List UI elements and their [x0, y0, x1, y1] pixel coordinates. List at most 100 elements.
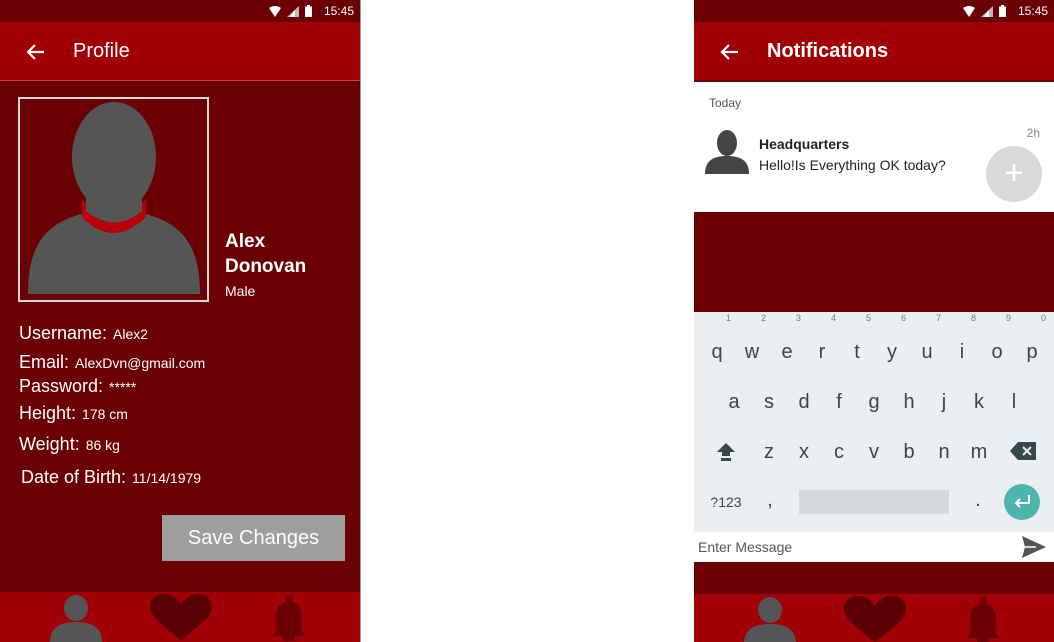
- key-p[interactable]: p0: [1014, 313, 1050, 374]
- email-field[interactable]: Email: AlexDvn@gmail.com: [19, 352, 205, 373]
- key-l[interactable]: l: [996, 376, 1032, 424]
- profile-photo[interactable]: [18, 97, 209, 302]
- keyboard-row-1: q1w2e3r4t5y6u7i8o9p0: [694, 313, 1054, 374]
- key-i[interactable]: i8: [944, 313, 980, 374]
- key-r[interactable]: r4: [804, 313, 840, 374]
- height-value: 178 cm: [82, 406, 128, 422]
- weight-label: Weight:: [19, 434, 80, 454]
- notification-sender: Headquarters: [759, 136, 850, 152]
- key-label: r: [818, 341, 826, 363]
- enter-key-icon[interactable]: [1004, 484, 1040, 520]
- key-x[interactable]: x: [786, 426, 822, 474]
- key-label: p: [1026, 341, 1038, 363]
- last-name: Donovan: [225, 256, 307, 277]
- battery-icon: [998, 5, 1006, 17]
- key-w[interactable]: w2: [734, 313, 770, 374]
- key-y[interactable]: y6: [874, 313, 910, 374]
- key-c[interactable]: c: [821, 426, 857, 474]
- username-label: Username:: [19, 323, 108, 343]
- key-hint: 6: [900, 313, 906, 323]
- comma-key[interactable]: ,: [752, 486, 788, 514]
- height-field[interactable]: Height: 178 cm: [19, 403, 128, 424]
- key-label: q: [711, 341, 723, 363]
- key-t[interactable]: t5: [839, 313, 875, 374]
- space-key[interactable]: [799, 490, 949, 514]
- symbols-key[interactable]: ?123: [708, 490, 744, 514]
- key-label: y: [887, 341, 897, 363]
- key-u[interactable]: u7: [909, 313, 945, 374]
- key-d[interactable]: d: [786, 376, 822, 424]
- sender-avatar-icon: [705, 130, 749, 174]
- notifications-bell-icon[interactable]: [268, 594, 310, 642]
- key-hint: 1: [725, 313, 731, 323]
- key-label: c: [834, 441, 844, 463]
- bottom-navigation: [694, 594, 1054, 642]
- key-k[interactable]: k: [961, 376, 997, 424]
- key-label: k: [974, 391, 984, 413]
- wifi-icon: [268, 5, 281, 17]
- key-label: x: [799, 441, 809, 463]
- key-label: v: [869, 441, 879, 463]
- password-label: Password:: [19, 376, 104, 396]
- signal-icon: [286, 5, 299, 17]
- signal-icon: [980, 5, 993, 17]
- weight-field[interactable]: Weight: 86 kg: [19, 434, 120, 455]
- password-field[interactable]: Password: *****: [19, 376, 136, 397]
- app-bar: Profile: [0, 22, 360, 81]
- profile-screen: 15:45 Profile Alex Donovan Male Username…: [0, 0, 361, 642]
- key-n[interactable]: n: [926, 426, 962, 474]
- message-bar: [694, 532, 1054, 562]
- key-label: l: [1011, 391, 1017, 413]
- key-label: s: [764, 391, 774, 413]
- bottom-navigation: [0, 592, 360, 642]
- notifications-bell-icon[interactable]: [962, 596, 1004, 642]
- period-key[interactable]: .: [960, 486, 996, 514]
- message-input[interactable]: [698, 535, 1008, 559]
- key-s[interactable]: s: [751, 376, 787, 424]
- password-value: *****: [109, 379, 137, 395]
- page-title: Profile: [73, 40, 130, 62]
- key-hint: 9: [1005, 313, 1011, 323]
- email-value: AlexDvn@gmail.com: [75, 355, 206, 371]
- favorites-heart-icon[interactable]: [844, 596, 906, 642]
- key-j[interactable]: j: [926, 376, 962, 424]
- profile-nav-icon[interactable]: [48, 594, 104, 642]
- weight-value: 86 kg: [85, 437, 120, 453]
- username-field[interactable]: Username: Alex2: [19, 323, 148, 344]
- key-e[interactable]: e3: [769, 313, 805, 374]
- shift-icon[interactable]: [716, 442, 736, 462]
- key-z[interactable]: z: [751, 426, 787, 474]
- back-arrow-icon[interactable]: [718, 41, 740, 63]
- key-hint: 2: [760, 313, 766, 323]
- email-label: Email:: [19, 352, 70, 372]
- key-o[interactable]: o9: [979, 313, 1015, 374]
- height-label: Height:: [19, 403, 77, 423]
- on-screen-keyboard: q1w2e3r4t5y6u7i8o9p0 asdfghjkl zxcvbnm ?…: [694, 312, 1054, 532]
- save-changes-button[interactable]: Save Changes: [162, 515, 345, 561]
- key-label: j: [941, 391, 947, 413]
- key-g[interactable]: g: [856, 376, 892, 424]
- backspace-icon[interactable]: [1010, 442, 1036, 460]
- key-a[interactable]: a: [716, 376, 752, 424]
- back-arrow-icon[interactable]: [24, 41, 46, 63]
- key-label: z: [764, 441, 774, 463]
- add-button[interactable]: +: [986, 146, 1042, 202]
- key-q[interactable]: q1: [699, 313, 735, 374]
- key-b[interactable]: b: [891, 426, 927, 474]
- key-label: n: [938, 441, 950, 463]
- key-f[interactable]: f: [821, 376, 857, 424]
- favorites-heart-icon[interactable]: [150, 594, 212, 642]
- key-v[interactable]: v: [856, 426, 892, 474]
- gender-label: Male: [225, 283, 256, 299]
- section-header-today: Today: [709, 96, 742, 110]
- key-label: e: [781, 341, 793, 363]
- key-m[interactable]: m: [961, 426, 997, 474]
- key-label: w: [744, 341, 760, 363]
- keyboard-row-3: z x c v b nm: [694, 426, 1054, 474]
- profile-nav-icon[interactable]: [742, 596, 798, 642]
- send-icon[interactable]: [1022, 536, 1046, 558]
- notification-time: 2h: [1026, 126, 1040, 140]
- key-label: h: [903, 391, 915, 413]
- key-h[interactable]: h: [891, 376, 927, 424]
- date-of-birth-field[interactable]: Date of Birth: 11/14/1979: [21, 467, 201, 488]
